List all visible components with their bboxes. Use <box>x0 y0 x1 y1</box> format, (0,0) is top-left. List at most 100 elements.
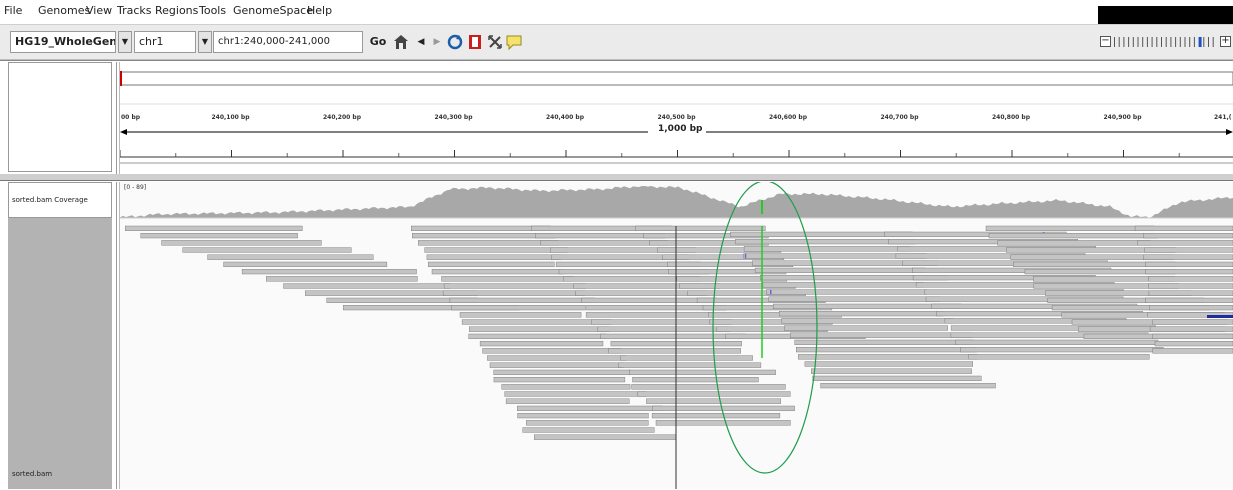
aligned-read[interactable] <box>795 340 974 345</box>
aligned-read[interactable] <box>506 399 629 404</box>
aligned-read[interactable] <box>1145 248 1233 253</box>
zoom-tick[interactable] <box>1147 37 1148 47</box>
aligned-read[interactable] <box>412 233 555 238</box>
zoom-in-button[interactable]: + <box>1220 36 1231 47</box>
aligned-read[interactable] <box>811 369 971 374</box>
zoom-tick[interactable] <box>1194 37 1195 47</box>
aligned-read[interactable] <box>805 362 973 367</box>
chevron-down-icon[interactable]: ▼ <box>198 31 212 53</box>
aligned-read[interactable] <box>600 334 745 339</box>
chevron-down-icon[interactable]: ▼ <box>118 31 132 53</box>
zoom-tick[interactable] <box>1156 37 1157 47</box>
menu-genomespace[interactable]: GenomeSpace <box>233 4 313 17</box>
zoom-tick[interactable] <box>1208 37 1209 47</box>
aligned-read[interactable] <box>1135 226 1233 231</box>
aligned-read[interactable] <box>1145 298 1233 303</box>
locus-input[interactable]: chr1:240,000-241,000 <box>213 31 363 53</box>
aligned-read[interactable] <box>162 240 322 245</box>
aligned-read[interactable] <box>646 399 780 404</box>
aligned-read[interactable] <box>632 384 786 389</box>
zoom-tick[interactable] <box>1152 37 1153 47</box>
aligned-read[interactable] <box>242 269 416 274</box>
aligned-read[interactable] <box>487 356 625 361</box>
aligned-read[interactable] <box>494 377 625 382</box>
menu-tools[interactable]: Tools <box>199 4 226 17</box>
aligned-read[interactable] <box>480 341 603 346</box>
aligned-read[interactable] <box>784 326 947 331</box>
menu-regions[interactable]: Regions <box>155 4 198 17</box>
aligned-read[interactable] <box>621 356 753 361</box>
zoom-tick[interactable] <box>1128 37 1129 47</box>
aligned-read[interactable] <box>956 340 1159 345</box>
popup-info-icon[interactable] <box>505 33 523 51</box>
aligned-read[interactable] <box>208 255 374 260</box>
aligned-read[interactable] <box>183 248 352 253</box>
menu-help[interactable]: Help <box>307 4 332 17</box>
aligned-read[interactable] <box>1153 334 1233 339</box>
aligned-read[interactable] <box>1148 284 1233 289</box>
zoom-tick[interactable] <box>1161 37 1162 47</box>
chromosome-select[interactable]: chr1 <box>134 31 196 53</box>
aligned-read[interactable] <box>494 370 631 375</box>
aligned-read[interactable] <box>636 226 765 231</box>
aligned-read[interactable] <box>224 262 387 267</box>
aligned-read[interactable] <box>427 255 561 260</box>
aligned-read[interactable] <box>598 327 731 332</box>
aligned-read[interactable] <box>469 334 607 339</box>
menu-tracks[interactable]: Tracks <box>117 4 152 17</box>
zoom-tick[interactable] <box>1180 37 1181 47</box>
aligned-read[interactable] <box>462 320 611 325</box>
aligned-read[interactable] <box>1152 320 1233 325</box>
zoom-tick[interactable] <box>1114 37 1115 47</box>
aligned-read[interactable] <box>450 298 595 303</box>
aligned-read[interactable] <box>469 327 609 332</box>
aligned-read[interactable] <box>1138 240 1233 245</box>
aligned-read[interactable] <box>763 282 924 287</box>
aligned-read[interactable] <box>452 305 586 310</box>
zoom-tick[interactable] <box>1166 37 1167 47</box>
zoom-tick[interactable] <box>1203 37 1204 47</box>
aligned-read[interactable] <box>986 226 1154 231</box>
aligned-read[interactable] <box>428 262 554 267</box>
alignment-name-cell[interactable] <box>8 218 112 489</box>
aligned-read[interactable] <box>1155 341 1233 346</box>
aligned-read[interactable] <box>766 290 926 295</box>
aligned-read[interactable] <box>1149 291 1233 296</box>
zoom-tick[interactable] <box>1175 37 1176 47</box>
aligned-read[interactable] <box>1149 305 1233 310</box>
highlighted-read[interactable] <box>1207 315 1233 318</box>
zoom-tick[interactable] <box>1199 37 1202 47</box>
aligned-read[interactable] <box>633 377 759 382</box>
aligned-read[interactable] <box>796 347 976 352</box>
aligned-read[interactable] <box>755 268 926 273</box>
aligned-read[interactable] <box>284 284 450 289</box>
aligned-read[interactable] <box>483 348 622 353</box>
aligned-read[interactable] <box>432 269 563 274</box>
aligned-read[interactable] <box>1153 348 1233 353</box>
aligned-read[interactable] <box>769 297 940 302</box>
aligned-read[interactable] <box>425 248 568 253</box>
aligned-read[interactable] <box>490 363 624 368</box>
menu-view[interactable]: View <box>86 4 112 17</box>
aligned-read[interactable] <box>798 354 977 359</box>
aligned-read[interactable] <box>960 347 1163 352</box>
aligned-read[interactable] <box>526 420 648 425</box>
zoom-tick[interactable] <box>1138 37 1139 47</box>
aligned-read[interactable] <box>1148 276 1233 281</box>
aligned-read[interactable] <box>998 240 1151 245</box>
aligned-read[interactable] <box>813 376 982 381</box>
aligned-read[interactable] <box>989 233 1157 238</box>
aligned-read[interactable] <box>629 370 775 375</box>
aligned-read[interactable] <box>1143 255 1233 260</box>
aligned-read[interactable] <box>418 240 558 245</box>
go-button[interactable]: Go <box>366 31 390 53</box>
chromosome-ideogram[interactable] <box>120 72 1233 85</box>
panel-divider[interactable] <box>116 182 117 489</box>
aligned-read[interactable] <box>969 354 1150 359</box>
menu-file[interactable]: File <box>4 4 22 17</box>
zoom-tick[interactable] <box>1133 37 1134 47</box>
refresh-icon[interactable] <box>446 33 464 51</box>
aligned-read[interactable] <box>505 392 647 397</box>
aligned-read[interactable] <box>518 413 649 418</box>
aligned-read[interactable] <box>586 312 713 317</box>
